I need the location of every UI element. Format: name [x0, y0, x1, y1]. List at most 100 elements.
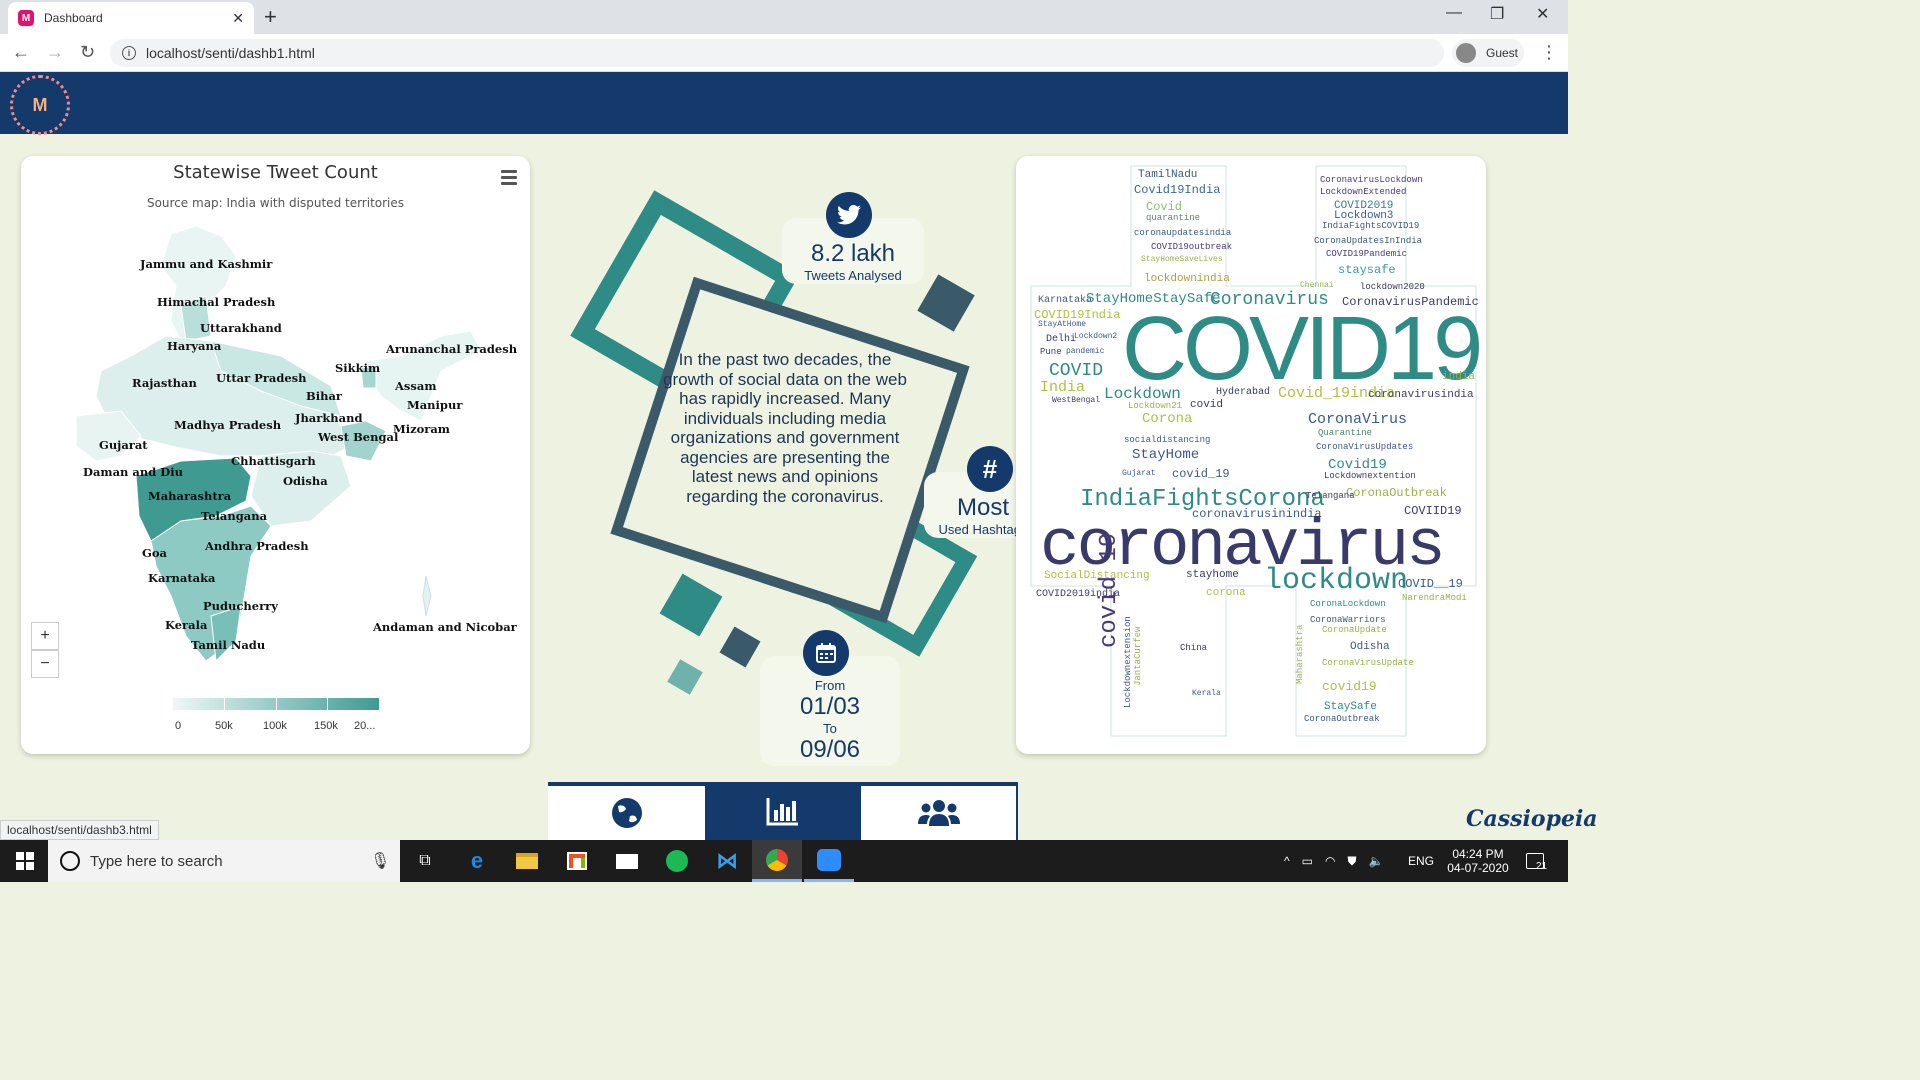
region-andaman [422, 575, 432, 617]
store-icon[interactable] [552, 840, 602, 882]
state-label: Uttarakhand [200, 321, 282, 335]
word: Lockdownextention [1324, 471, 1416, 481]
chrome-icon[interactable] [752, 840, 802, 882]
word: india [1442, 371, 1476, 383]
tweets-value: 8.2 lakh [810, 240, 896, 267]
url-field[interactable]: i localhost/senti/dashb1.html [110, 39, 1444, 67]
close-window-icon[interactable]: ✕ [1536, 4, 1549, 24]
region-tn [210, 605, 242, 663]
security-icon[interactable]: ⛊ [1347, 854, 1356, 869]
nav-map-button[interactable] [548, 782, 705, 840]
taskbar-search[interactable]: Type here to search 🎙 [48, 840, 400, 882]
word: StaySafe [1324, 701, 1377, 713]
address-bar: ← → ↻ i localhost/senti/dashb1.html Gues… [0, 34, 1568, 72]
from-date: 01/03 [799, 693, 861, 720]
new-tab-icon[interactable]: + [264, 4, 277, 30]
word: India [1040, 379, 1086, 396]
zoom-out-button[interactable]: − [31, 650, 59, 678]
state-label: Jharkhand [295, 411, 363, 425]
info-icon[interactable]: i [122, 46, 136, 60]
to-label: To [823, 721, 837, 736]
wifi-icon[interactable]: ◠ [1325, 854, 1335, 868]
volume-icon[interactable]: 🔈 [1368, 854, 1383, 868]
map-card: Statewise Tweet Count Source map: India … [21, 156, 530, 754]
vscode-icon[interactable]: ⋈ [702, 840, 752, 882]
state-label: Kerala [165, 618, 208, 632]
avatar-icon [1456, 43, 1476, 63]
word: LockdownExtended [1320, 187, 1407, 197]
tray-icons[interactable]: ^ ▭ ◠ ⛊ 🔈 [1284, 840, 1395, 882]
app-header: M [0, 72, 1568, 135]
word: Kerala [1192, 689, 1221, 698]
word: coronaupdatesindia [1134, 228, 1232, 238]
spotify-icon[interactable] [652, 840, 702, 882]
profile-label: Guest [1486, 46, 1519, 60]
forward-icon[interactable]: → [46, 42, 64, 63]
word: staysafe [1338, 263, 1396, 277]
word: COVID19Pandemic [1326, 249, 1408, 259]
state-label: Andhra Pradesh [205, 539, 309, 553]
word: Lockdown [1104, 385, 1181, 403]
windows-taskbar: Type here to search 🎙 ⧉ e ⋈ ^ ▭ ◠ ⛊ 🔈 EN… [0, 840, 1568, 882]
legend-label: 50k [215, 720, 233, 732]
word: CoronaVirusUpdate [1322, 658, 1414, 668]
nav-charts-button[interactable] [705, 782, 861, 840]
url-text: localhost/senti/dashb1.html [146, 45, 315, 61]
search-placeholder: Type here to search [90, 852, 223, 870]
word: Corona [1142, 411, 1193, 427]
legend-label: 150k [314, 720, 338, 732]
task-view-icon[interactable]: ⧉ [400, 840, 450, 882]
word: NarendraModi [1402, 593, 1467, 603]
word: Maharashtra [1295, 624, 1305, 684]
word: covid [1190, 399, 1224, 411]
legend-label: 100k [263, 720, 287, 732]
word: COVID19outbreak [1151, 242, 1233, 252]
back-icon[interactable]: ← [12, 42, 30, 63]
state-label: Sikkim [335, 361, 381, 375]
clock[interactable]: 04:24 PM 04-07-2020 [1446, 840, 1510, 882]
word: socialdistancing [1124, 435, 1211, 445]
restore-icon[interactable]: ❐ [1490, 4, 1504, 24]
state-label: Mizoram [393, 422, 450, 436]
clock-time: 04:24 PM [1452, 847, 1504, 861]
from-label: From [814, 678, 846, 693]
zoom-in-button[interactable]: + [31, 622, 59, 650]
edge-icon[interactable]: e [452, 840, 502, 882]
hashtag-icon: # [967, 446, 1013, 492]
wordcloud-card: TamilNadu Covid19India Covid quarantine … [1016, 156, 1486, 754]
state-label: Chhattisgarh [231, 454, 316, 468]
word: CoronaVirusUpdates [1316, 442, 1414, 452]
start-button[interactable] [0, 840, 50, 882]
state-label: Gujarat [99, 438, 148, 452]
word: CoronaOutbreak [1346, 486, 1447, 500]
state-label: Telangana [201, 509, 268, 523]
word: corona [1206, 587, 1246, 599]
word: Karnataka [1038, 295, 1093, 306]
nav-users-button[interactable] [861, 782, 1018, 840]
users-icon [917, 800, 960, 826]
browser-tab[interactable]: M Dashboard ✕ [8, 2, 254, 34]
logo-icon[interactable]: M [10, 75, 70, 135]
battery-icon[interactable]: ▭ [1302, 854, 1313, 868]
menu-icon[interactable]: ⋮ [1540, 42, 1558, 63]
word: covid 19 [1096, 532, 1123, 648]
mail-icon[interactable] [602, 840, 652, 882]
notification-count: 21 [1536, 860, 1548, 872]
state-label: Jammu and Kashmir [140, 257, 273, 271]
reload-icon[interactable]: ↻ [80, 42, 95, 63]
file-explorer-icon[interactable] [502, 840, 552, 882]
language-indicator[interactable]: ENG [1408, 840, 1434, 882]
word: Lockdown21 [1128, 401, 1183, 411]
state-label: Daman and Diu [83, 465, 183, 479]
minimize-icon[interactable]: — [1446, 4, 1462, 22]
state-label: Maharashtra [148, 489, 232, 503]
close-tab-icon[interactable]: ✕ [232, 10, 244, 27]
chevron-up-icon[interactable]: ^ [1284, 854, 1290, 868]
profile-button[interactable]: Guest [1452, 39, 1524, 67]
word: Telangana [1306, 491, 1355, 501]
zoom-app-icon[interactable] [804, 840, 854, 882]
word: TamilNadu [1138, 169, 1198, 181]
mic-icon[interactable]: 🎙 [370, 851, 390, 871]
notifications-button[interactable]: 21 [1526, 840, 1547, 882]
state-label: Manipur [407, 398, 463, 412]
